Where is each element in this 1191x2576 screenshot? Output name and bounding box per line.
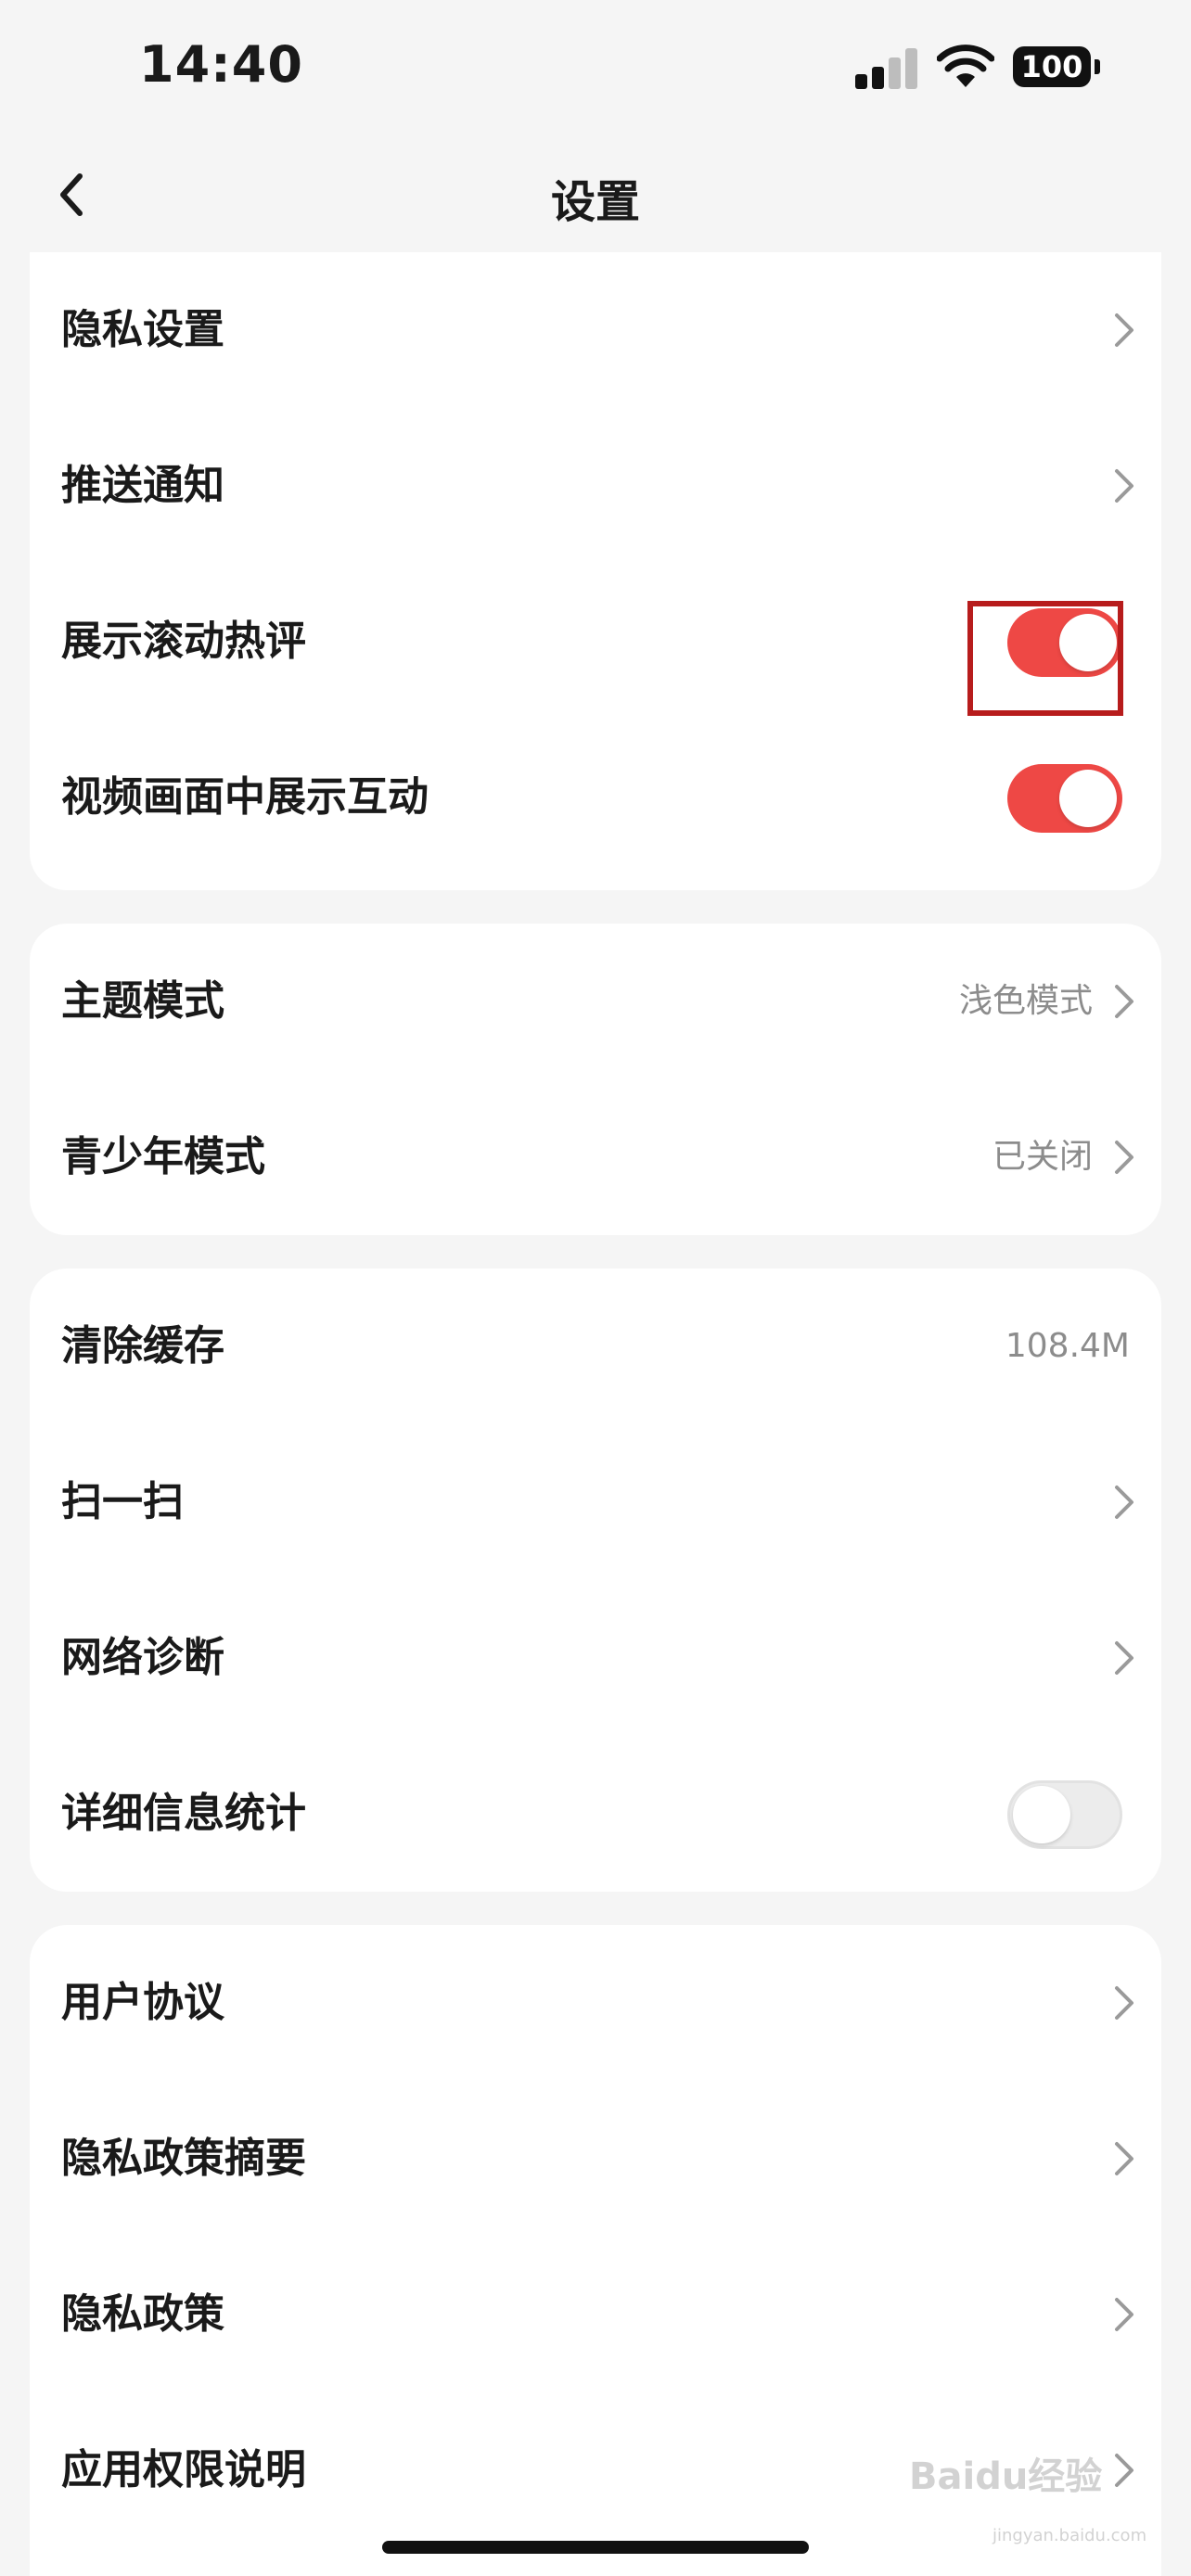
settings-group-tools: 清除缓存 108.4M 扫一扫 网络诊断 详细信息统计	[30, 1269, 1161, 1892]
baidu-watermark: Baidu经验	[909, 2455, 1103, 2498]
row-detailed-stats: 详细信息统计	[30, 1736, 1161, 1892]
row-privacy-policy[interactable]: 隐私政策	[30, 2237, 1161, 2392]
settings-group-mode: 主题模式 浅色模式 青少年模式 已关闭	[30, 924, 1161, 1235]
row-label: 扫一扫	[61, 1478, 184, 1525]
row-network-diagnosis[interactable]: 网络诊断	[30, 1580, 1161, 1736]
page-title: 设置	[550, 176, 640, 228]
settings-group-general: 隐私设置 推送通知 展示滚动热评 视频画面中展示互动	[30, 252, 1161, 890]
chevron-right-icon	[1115, 1641, 1133, 1675]
toggle-knob	[1013, 1786, 1070, 1843]
cellular-signal-icon	[855, 46, 920, 89]
row-label: 推送通知	[61, 462, 224, 509]
row-push-notifications[interactable]: 推送通知	[30, 408, 1161, 564]
chevron-right-icon	[1115, 1486, 1133, 1519]
battery-tip	[1095, 59, 1100, 74]
row-value: 浅色模式	[958, 982, 1093, 1020]
row-clear-cache[interactable]: 清除缓存 108.4M	[30, 1269, 1161, 1424]
row-label: 青少年模式	[61, 1133, 265, 1180]
chevron-right-icon	[1115, 313, 1133, 347]
home-indicator[interactable]	[382, 2541, 809, 2554]
row-privacy-settings[interactable]: 隐私设置	[30, 252, 1161, 408]
wifi-icon	[937, 45, 994, 87]
row-label: 详细信息统计	[61, 1790, 306, 1837]
detailed-stats-toggle[interactable]	[1007, 1780, 1122, 1849]
chevron-right-icon	[1115, 2298, 1133, 2331]
row-label: 隐私政策	[61, 2290, 224, 2338]
chevron-right-icon	[1115, 1986, 1133, 2020]
chevron-right-icon	[1115, 1141, 1133, 1174]
row-user-agreement[interactable]: 用户协议	[30, 1925, 1161, 2081]
row-label: 应用权限说明	[61, 2446, 306, 2493]
status-time: 14:40	[139, 35, 303, 94]
chevron-right-icon	[1115, 985, 1133, 1018]
cache-size-value: 108.4M	[1005, 1327, 1130, 1365]
row-label: 隐私政策摘要	[61, 2135, 306, 2182]
row-label: 视频画面中展示互动	[61, 773, 429, 821]
chevron-right-icon	[1115, 469, 1133, 503]
row-label: 用户协议	[61, 1979, 224, 2026]
row-label: 隐私设置	[61, 306, 224, 353]
row-label: 主题模式	[61, 977, 224, 1025]
row-video-interaction: 视频画面中展示互动	[30, 720, 1161, 875]
row-label: 网络诊断	[61, 1634, 224, 1681]
chevron-right-icon	[1115, 2142, 1133, 2175]
battery-icon: 100	[1013, 46, 1091, 87]
row-youth-mode[interactable]: 青少年模式 已关闭	[30, 1079, 1161, 1235]
status-bar: 14:40 100	[0, 0, 1191, 139]
toggle-knob	[1059, 770, 1117, 827]
highlight-annotation	[967, 601, 1123, 716]
chevron-right-icon	[1115, 2454, 1133, 2487]
row-scan[interactable]: 扫一扫	[30, 1424, 1161, 1580]
row-theme-mode[interactable]: 主题模式 浅色模式	[30, 924, 1161, 1079]
baidu-watermark-url: jingyan.baidu.com	[992, 2526, 1147, 2545]
nav-bar: 设置	[0, 139, 1191, 250]
row-value: 已关闭	[992, 1138, 1093, 1176]
row-label: 清除缓存	[61, 1322, 224, 1370]
row-label: 展示滚动热评	[61, 618, 306, 665]
video-interaction-toggle[interactable]	[1007, 764, 1122, 833]
row-privacy-policy-summary[interactable]: 隐私政策摘要	[30, 2081, 1161, 2237]
